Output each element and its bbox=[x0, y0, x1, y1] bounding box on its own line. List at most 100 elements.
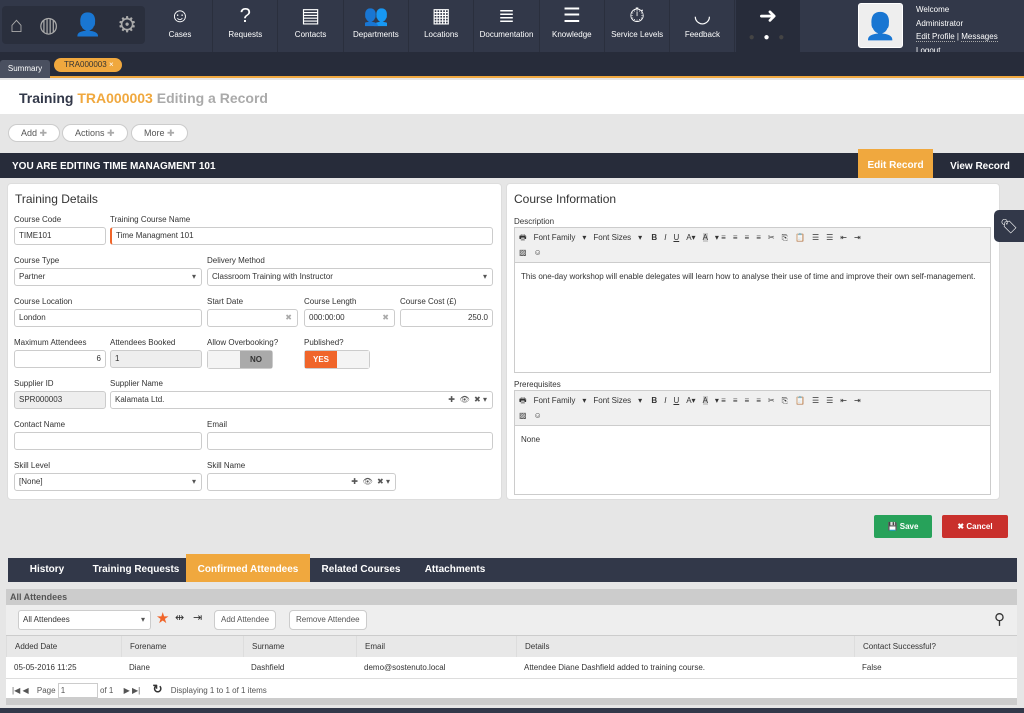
nav-item-documentation[interactable]: ≣ Documentation bbox=[475, 0, 540, 52]
align-right-icon[interactable]: ≡ bbox=[745, 233, 750, 242]
table-row[interactable]: 05-05-2016 11:25 Diane Dashfield demo@soste… bbox=[6, 657, 1017, 678]
nav-item-requests[interactable]: ? Requests bbox=[213, 0, 279, 52]
gears-icon[interactable]: ⚙ bbox=[117, 12, 137, 38]
underline-icon[interactable]: U bbox=[673, 396, 679, 405]
nav-item-contacts[interactable]: ▤ Contacts bbox=[279, 0, 344, 52]
font-color-icon[interactable]: A▾ bbox=[686, 396, 695, 405]
tab-attachments[interactable]: Attachments bbox=[412, 558, 498, 582]
chevron-down-icon[interactable]: ▾ bbox=[386, 477, 390, 486]
italic-icon[interactable]: I bbox=[664, 396, 666, 405]
emoji-icon[interactable]: ☺ bbox=[534, 248, 542, 257]
more-button[interactable]: More ✚ bbox=[131, 124, 188, 142]
outdent-icon[interactable]: ⇤ bbox=[840, 396, 847, 405]
course-type-field[interactable]: Partner ▾ bbox=[14, 268, 202, 286]
tab-record[interactable]: TRA000003 × bbox=[54, 58, 122, 72]
contact-field[interactable] bbox=[14, 432, 202, 450]
overbooking-toggle[interactable]: NO bbox=[207, 350, 273, 369]
font-sizes-select[interactable]: Font Sizes bbox=[593, 396, 631, 405]
print-icon[interactable]: 🖶 bbox=[519, 396, 527, 405]
user-icon[interactable]: 👤 bbox=[74, 12, 101, 38]
underline-icon[interactable]: U bbox=[673, 233, 679, 242]
align-left-icon[interactable]: ≡ bbox=[721, 233, 726, 242]
course-code-field[interactable]: TIME101 bbox=[14, 227, 106, 245]
clear-icon[interactable]: ✖ bbox=[382, 310, 389, 326]
cost-field[interactable]: 250.0 bbox=[400, 309, 493, 327]
tab-training-requests[interactable]: Training Requests bbox=[86, 558, 186, 582]
print-icon[interactable]: 🖶 bbox=[519, 233, 527, 242]
tab-summary[interactable]: Summary bbox=[0, 60, 50, 78]
messages-link[interactable]: Messages bbox=[961, 32, 998, 42]
cancel-button[interactable]: ✖ Cancel bbox=[942, 515, 1008, 538]
column-header[interactable]: Added Date bbox=[6, 636, 57, 657]
bold-icon[interactable]: B bbox=[651, 233, 657, 242]
nav-item-cases[interactable]: ☺ Cases bbox=[148, 0, 213, 52]
outdent-icon[interactable]: ⇤ bbox=[840, 233, 847, 242]
first-page-icon[interactable]: |◀ bbox=[12, 686, 20, 695]
next-nav-button[interactable]: ➜ ● ● ● bbox=[736, 0, 800, 52]
nav-item-locations[interactable]: ▦ Locations bbox=[409, 0, 475, 52]
start-date-field[interactable]: ✖ bbox=[207, 309, 298, 327]
description-editor[interactable]: 🖶 Font Family ▾ Font Sizes ▾ B I U A▾ A ▾ ≡ ≡ ≡ ≡ ✂ ⎘ 📋… bbox=[514, 227, 991, 373]
course-name-field[interactable]: Time Managment 101 bbox=[110, 227, 493, 245]
email-field[interactable] bbox=[207, 432, 493, 450]
tab-history[interactable]: History bbox=[8, 558, 86, 582]
globe-icon[interactable]: ◍ bbox=[39, 12, 58, 38]
edit-record-tab[interactable]: Edit Record bbox=[858, 149, 933, 178]
next-page-icon[interactable]: ▶ bbox=[124, 686, 130, 695]
nav-item-feedback[interactable]: ◡ Feedback bbox=[670, 0, 736, 52]
published-toggle[interactable]: YES bbox=[304, 350, 370, 369]
numbered-list-icon[interactable]: ☰ bbox=[826, 233, 833, 242]
actions-button[interactable]: Actions ✚ bbox=[62, 124, 128, 142]
plus-icon[interactable]: ✚ bbox=[448, 395, 455, 404]
align-center-icon[interactable]: ≡ bbox=[733, 233, 738, 242]
last-page-icon[interactable]: ▶| bbox=[132, 686, 140, 695]
highlight-color-icon[interactable]: A bbox=[702, 233, 708, 242]
export-icon[interactable]: ⇥ bbox=[193, 611, 202, 624]
eye-icon[interactable]: 👁 bbox=[459, 395, 469, 404]
description-text[interactable]: This one-day workshop will enable delega… bbox=[515, 263, 990, 291]
column-header[interactable]: Forename bbox=[121, 636, 166, 657]
eye-icon[interactable]: 👁 bbox=[362, 477, 372, 486]
bold-icon[interactable]: B bbox=[651, 396, 657, 405]
indent-icon[interactable]: ⇥ bbox=[854, 396, 861, 405]
clear-icon[interactable]: ✖ bbox=[377, 477, 384, 486]
refresh-icon[interactable]: ↻ bbox=[152, 682, 162, 696]
column-header[interactable]: Surname bbox=[243, 636, 284, 657]
cut-icon[interactable]: ✂ bbox=[768, 396, 775, 405]
plus-icon[interactable]: ✚ bbox=[351, 477, 358, 486]
view-record-tab[interactable]: View Record bbox=[940, 153, 1020, 178]
paste-icon[interactable]: 📋 bbox=[795, 233, 805, 242]
justify-icon[interactable]: ≡ bbox=[756, 233, 761, 242]
font-sizes-select[interactable]: Font Sizes bbox=[593, 233, 631, 242]
attendee-filter-select[interactable]: All Attendees ▾ bbox=[18, 610, 151, 630]
tab-related-courses[interactable]: Related Courses bbox=[310, 558, 412, 582]
add-attendee-button[interactable]: Add Attendee bbox=[214, 610, 277, 630]
tag-icon[interactable]: 🏷 bbox=[994, 210, 1024, 242]
cut-icon[interactable]: ✂ bbox=[768, 233, 775, 242]
home-icon[interactable]: ⌂ bbox=[10, 12, 23, 38]
column-header[interactable]: Details bbox=[516, 636, 549, 657]
max-att-field[interactable]: 6 bbox=[14, 350, 106, 368]
prerequisites-text[interactable]: None bbox=[515, 426, 990, 454]
image-icon[interactable]: ▨ bbox=[519, 411, 527, 420]
edit-profile-link[interactable]: Edit Profile bbox=[916, 32, 955, 42]
copy-icon[interactable]: ⎘ bbox=[782, 396, 788, 405]
column-header[interactable]: Email bbox=[356, 636, 385, 657]
search-icon[interactable]: ⚲ bbox=[994, 610, 1005, 628]
copy-icon[interactable]: ⎘ bbox=[782, 233, 788, 242]
font-family-select[interactable]: Font Family bbox=[534, 396, 576, 405]
column-header[interactable]: Contact Successful? bbox=[854, 636, 936, 657]
justify-icon[interactable]: ≡ bbox=[756, 396, 761, 405]
location-field[interactable]: London bbox=[14, 309, 202, 327]
font-color-icon[interactable]: A▾ bbox=[686, 233, 695, 242]
remove-attendee-button[interactable]: Remove Attendee bbox=[289, 610, 367, 630]
indent-icon[interactable]: ⇥ bbox=[854, 233, 861, 242]
image-icon[interactable]: ▨ bbox=[519, 248, 527, 257]
skill-name-field[interactable]: ✚ 👁 ✖ ▾ bbox=[207, 473, 396, 491]
delivery-field[interactable]: Classroom Training with Instructor ▾ bbox=[207, 268, 493, 286]
add-button[interactable]: Add ✚ bbox=[8, 124, 61, 142]
prerequisites-editor[interactable]: 🖶 Font Family ▾ Font Sizes ▾ B I U A▾ A ▾ ≡ ≡ ≡ ≡ ✂ ⎘ 📋… bbox=[514, 390, 991, 495]
supplier-name-field[interactable]: Kalamata Ltd. ✚ 👁 ✖ ▾ bbox=[110, 391, 493, 409]
bullet-list-icon[interactable]: ☰ bbox=[812, 396, 819, 405]
length-field[interactable]: 000:00:00 ✖ bbox=[304, 309, 395, 327]
